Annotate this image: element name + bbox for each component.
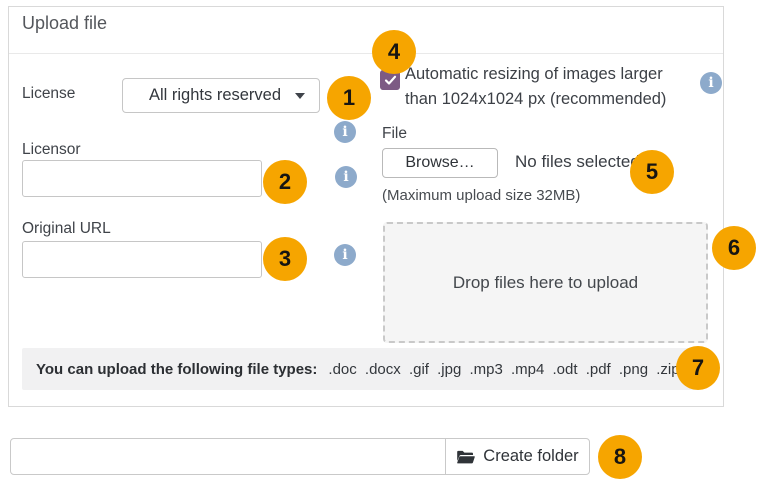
create-folder-button[interactable]: Create folder	[445, 438, 590, 475]
checkmark-icon	[384, 75, 397, 86]
create-folder-label: Create folder	[483, 447, 578, 466]
license-selected-value: All rights reserved	[141, 86, 289, 105]
file-label: File	[382, 125, 407, 143]
licensor-info-icon[interactable]: i	[335, 166, 357, 188]
info-glyph: i	[343, 169, 348, 185]
annotation-badge-7: 7	[676, 346, 720, 390]
resize-checkbox-label: Automatic resizing of images larger than…	[405, 62, 697, 112]
legend-divider	[9, 53, 723, 54]
file-status-text: No files selected.	[515, 152, 644, 172]
annotation-badge-5: 5	[630, 150, 674, 194]
resize-info-icon[interactable]: i	[700, 72, 722, 94]
annotation-badge-2: 2	[263, 160, 307, 204]
info-glyph: i	[342, 124, 347, 140]
original-url-info-icon[interactable]: i	[334, 244, 356, 266]
license-select[interactable]: All rights reserved	[122, 78, 320, 113]
filetypes-intro: You can upload the following file types:	[36, 361, 317, 378]
file-dropzone[interactable]: Drop files here to upload	[383, 222, 708, 343]
annotation-badge-4: 4	[372, 30, 416, 74]
folder-name-input[interactable]	[10, 438, 446, 475]
filetypes-list: .doc .docx .gif .jpg .mp3 .mp4 .odt .pdf…	[328, 361, 679, 378]
dropzone-text: Drop files here to upload	[453, 273, 638, 293]
browse-button[interactable]: Browse…	[382, 148, 498, 178]
folder-open-icon	[456, 449, 475, 465]
licensor-label: Licensor	[22, 141, 81, 159]
original-url-input[interactable]	[22, 241, 262, 278]
upload-file-page: Upload file License All rights reserved …	[0, 0, 758, 483]
original-url-label: Original URL	[22, 220, 111, 238]
filetypes-bar: You can upload the following file types:…	[22, 348, 697, 390]
annotation-badge-8: 8	[598, 435, 642, 479]
info-glyph: i	[708, 75, 713, 91]
info-glyph: i	[342, 247, 347, 263]
chevron-down-icon	[295, 93, 305, 99]
license-info-icon[interactable]: i	[334, 121, 356, 143]
licensor-input[interactable]	[22, 160, 262, 197]
annotation-badge-1: 1	[327, 76, 371, 120]
annotation-badge-6: 6	[712, 226, 756, 270]
max-upload-note: (Maximum upload size 32MB)	[382, 187, 580, 204]
license-label: License	[22, 85, 75, 103]
panel-title: Upload file	[22, 13, 107, 34]
annotation-badge-3: 3	[263, 237, 307, 281]
